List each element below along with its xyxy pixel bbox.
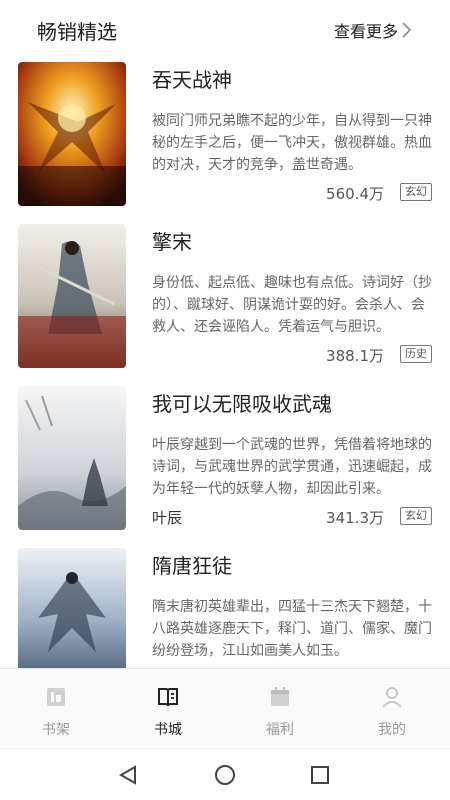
tab-bookstore[interactable]: 书城 xyxy=(112,669,224,749)
genre-tag: 玄幻 xyxy=(400,507,432,525)
tab-label: 福利 xyxy=(266,722,294,738)
chevron-right-icon[interactable] xyxy=(400,21,412,39)
book-cover[interactable] xyxy=(18,548,126,668)
book-title[interactable]: 擎宋 xyxy=(152,226,192,255)
genre-tag: 玄幻 xyxy=(400,183,432,201)
book-item[interactable]: 擎宋 身份低、起点低、趣味也有点低。诗词好（抄的）、蹴球好、阴谋诡计耍的好。会杀… xyxy=(0,218,450,380)
recent-square-icon[interactable] xyxy=(308,763,332,787)
home-circle-icon[interactable] xyxy=(213,763,237,787)
book-item[interactable]: 我可以无限吸收武魂 叶辰穿越到一个武魂的世界，凭借着将地球的诗词，与武魂世界的武… xyxy=(0,380,450,542)
bookshelf-icon xyxy=(47,688,65,706)
system-nav-bar xyxy=(0,748,450,800)
word-count: 560.4万 xyxy=(326,185,384,203)
section-title: 畅销精选 xyxy=(37,20,117,44)
book-description: 叶辰穿越到一个武魂的世界，凭借着将地球的诗词，与武魂世界的武学贯通，迅速崛起，成… xyxy=(152,437,432,497)
book-description: 身份低、起点低、趣味也有点低。诗词好（抄的）、蹴球好、阴谋诡计耍的好。会杀人、会… xyxy=(152,275,432,335)
word-count: 388.1万 xyxy=(326,347,384,365)
word-count: 341.3万 xyxy=(326,509,384,527)
book-description: 被同门师兄弟瞧不起的少年，自从得到一只神秘的左手之后，便一飞冲天，傲视群雄。热血… xyxy=(152,113,432,173)
book-title[interactable]: 隋唐狂徒 xyxy=(152,550,232,579)
tab-bookshelf[interactable]: 书架 xyxy=(0,669,112,749)
bottom-tab-bar: 书架 书城 福利 我的 xyxy=(0,668,450,748)
book-item[interactable]: 隋唐狂徒 隋末唐初英雄辈出，四猛十三杰天下翘楚，十八路英雄逐鹿天下，释门、道门、… xyxy=(0,542,450,668)
section-header: 畅销精选 查看更多 xyxy=(0,0,450,56)
view-more-link[interactable]: 查看更多 xyxy=(334,18,398,42)
tab-welfare[interactable]: 福利 xyxy=(224,669,336,749)
back-triangle-icon[interactable] xyxy=(116,763,140,787)
calendar-gift-icon xyxy=(271,687,289,706)
book-title[interactable]: 吞天战神 xyxy=(152,64,232,93)
book-cover[interactable] xyxy=(18,62,126,206)
book-author: 叶辰 xyxy=(152,509,183,527)
tab-label: 我的 xyxy=(378,722,406,738)
open-book-icon xyxy=(158,688,178,707)
tab-mine[interactable]: 我的 xyxy=(336,669,448,749)
book-description: 隋末唐初英雄辈出，四猛十三杰天下翘楚，十八路英雄逐鹿天下，释门、道门、儒家、魔门… xyxy=(152,599,432,659)
book-cover[interactable] xyxy=(18,386,126,530)
book-cover[interactable] xyxy=(18,224,126,368)
tab-label: 书城 xyxy=(154,722,182,738)
genre-tag: 历史 xyxy=(400,345,432,363)
tab-label: 书架 xyxy=(42,722,70,738)
person-icon xyxy=(382,687,402,708)
book-title[interactable]: 我可以无限吸收武魂 xyxy=(152,388,332,417)
book-item[interactable]: 吞天战神 被同门师兄弟瞧不起的少年，自从得到一只神秘的左手之后，便一飞冲天，傲视… xyxy=(0,56,450,218)
book-list: 吞天战神 被同门师兄弟瞧不起的少年，自从得到一只神秘的左手之后，便一飞冲天，傲视… xyxy=(0,56,450,668)
